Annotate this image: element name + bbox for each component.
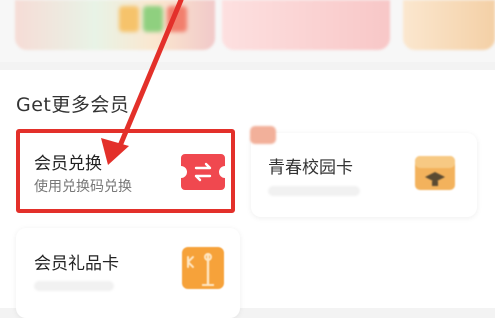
gift-card-icon xyxy=(182,247,224,289)
card-subtitle: 使用兑换码兑换 xyxy=(34,179,132,195)
banner-tile xyxy=(167,6,187,32)
section-title: Get更多会员 xyxy=(16,94,130,116)
top-banner-strip xyxy=(0,0,495,62)
card-title: 青春校园卡 xyxy=(268,158,353,178)
banner-tile xyxy=(119,6,139,32)
card-subtitle-placeholder xyxy=(268,186,360,196)
promo-tag xyxy=(250,126,276,144)
campus-box-icon xyxy=(415,156,455,190)
card-title: 会员兑换 xyxy=(34,154,102,174)
top-banner-card[interactable] xyxy=(15,0,215,50)
card-title: 会员礼品卡 xyxy=(34,254,119,274)
card-subtitle-placeholder xyxy=(34,281,114,291)
member-exchange-card[interactable]: 会员兑换 使用兑换码兑换 xyxy=(16,129,235,213)
ticket-exchange-icon xyxy=(181,154,225,190)
top-banner-card[interactable] xyxy=(403,0,495,50)
top-banner-card[interactable] xyxy=(222,0,390,50)
gift-card[interactable]: 会员礼品卡 xyxy=(16,228,240,318)
banner-tile xyxy=(143,6,163,32)
campus-card[interactable]: 青春校园卡 xyxy=(250,126,477,217)
